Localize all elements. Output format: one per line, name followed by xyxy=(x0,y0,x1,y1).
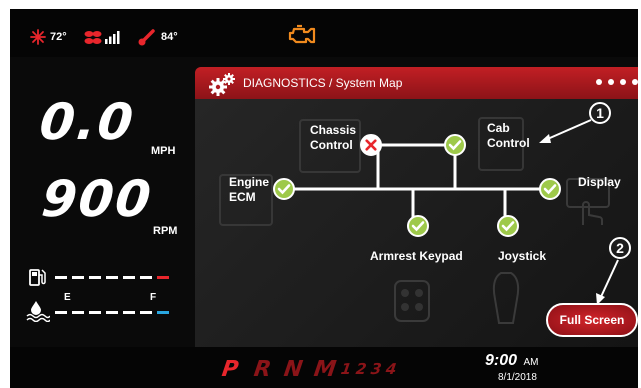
callout-2-arrow xyxy=(596,259,619,305)
fuel-pump-icon xyxy=(29,269,46,286)
outside-temp-status: 84° xyxy=(138,29,178,46)
callout-1-arrow xyxy=(539,119,592,143)
display-screen: 72° 84° 0.0 MPH 900 RPM E F DIAGNOSTICS … xyxy=(10,9,638,388)
fuel-level-bar xyxy=(55,276,169,279)
gear-r: R xyxy=(252,357,273,382)
chassis-control-label-line1: Chassis xyxy=(310,123,357,137)
display-check-icon[interactable] xyxy=(539,178,561,200)
engine-ecm-check-icon[interactable] xyxy=(273,178,295,200)
clock-ampm: AM xyxy=(523,357,539,368)
fan-speed-bars-icon xyxy=(105,31,120,44)
gear-m: M xyxy=(312,357,338,382)
callout-2-badge: 2 xyxy=(609,237,631,259)
more-menu-icon[interactable] xyxy=(596,79,638,85)
fan-icon xyxy=(84,31,102,44)
ac-temp: 72° xyxy=(50,31,67,43)
chassis-control-error-icon[interactable] xyxy=(360,134,382,156)
check-engine-icon[interactable] xyxy=(288,24,316,46)
joystick-label: Joystick xyxy=(498,249,547,263)
cab-control-check-icon[interactable] xyxy=(444,134,466,156)
clock-time: 9:00 xyxy=(485,352,518,369)
speed-readout: 0.0 xyxy=(36,93,138,151)
chassis-control-label-line2: Control xyxy=(310,138,353,152)
gear-3: 3 xyxy=(369,360,383,378)
def-fluid-icon xyxy=(26,301,50,322)
gear-2: 2 xyxy=(354,360,368,378)
cab-control-label-line1: Cab xyxy=(487,121,510,135)
gear-1: 1 xyxy=(339,360,353,378)
chassis-control-label: Chassis Control xyxy=(310,123,356,153)
rpm-readout: 900 xyxy=(38,170,156,228)
thermometer-icon xyxy=(138,29,155,46)
armrest-keypad-label: Armrest Keypad xyxy=(370,249,463,263)
display-label: Display xyxy=(578,175,621,189)
fan-status[interactable] xyxy=(84,29,121,45)
gear-n: N xyxy=(282,357,305,382)
fuel-full-label: F xyxy=(150,292,157,303)
diagnostics-header: DIAGNOSTICS / System Map xyxy=(195,67,638,99)
gears-icon xyxy=(209,73,235,96)
def-level-bar xyxy=(55,311,169,314)
fuel-empty-label: E xyxy=(64,292,71,303)
bottom-bar: P R N M 1 2 3 4 9:00 AM 8/1/2018 xyxy=(10,347,638,388)
speed-unit: MPH xyxy=(151,145,176,157)
ac-status: 72° xyxy=(30,29,67,45)
gear-p: P xyxy=(220,357,240,382)
engine-ecm-label-line2: ECM xyxy=(229,190,256,204)
date: 8/1/2018 xyxy=(498,372,537,383)
rpm-unit: RPM xyxy=(153,225,178,237)
gear-4: 4 xyxy=(384,360,398,378)
gauge-panel: 0.0 MPH 900 RPM E F xyxy=(10,57,195,347)
snowflake-icon xyxy=(30,29,46,45)
armrest-keypad-check-icon[interactable] xyxy=(407,215,429,237)
outside-temp: 84° xyxy=(161,31,178,43)
clock: 9:00 AM xyxy=(485,352,538,370)
engine-ecm-label-line1: Engine xyxy=(229,175,270,189)
diagnostics-title: DIAGNOSTICS / System Map xyxy=(243,76,403,90)
engine-ecm-label: Engine ECM xyxy=(229,175,269,205)
cab-control-label: Cab Control xyxy=(487,121,530,151)
full-screen-button[interactable]: Full Screen xyxy=(546,303,638,337)
status-bar: 72° 84° xyxy=(10,9,638,57)
joystick-check-icon[interactable] xyxy=(497,215,519,237)
cab-control-label-line2: Control xyxy=(487,136,530,150)
